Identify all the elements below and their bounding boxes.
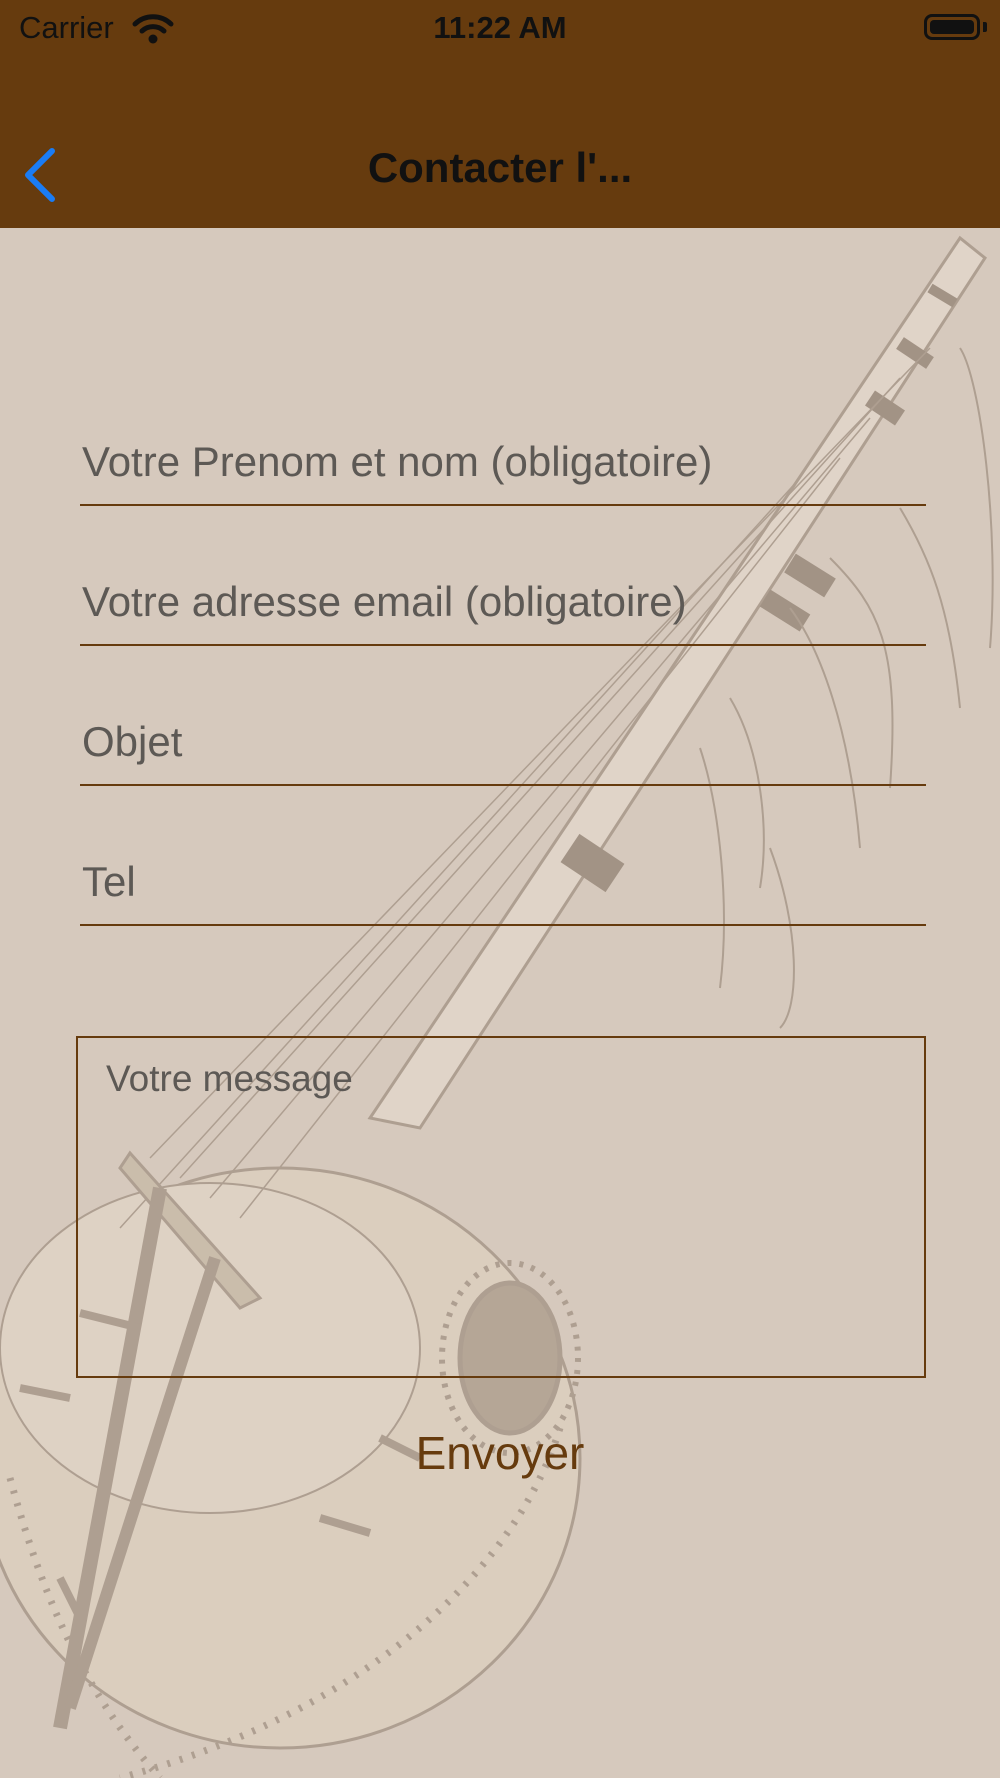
send-button[interactable]: Envoyer <box>300 1426 700 1480</box>
contact-screen: Carrier 11:22 AM Contacter l'... Envoyer <box>0 0 1000 1778</box>
battery-cap <box>983 22 987 32</box>
battery-icon <box>924 14 980 40</box>
subject-input[interactable] <box>82 718 922 766</box>
page-title: Contacter l'... <box>367 144 633 191</box>
phone-field[interactable] <box>80 856 926 926</box>
email-field[interactable] <box>80 576 926 646</box>
phone-input[interactable] <box>82 858 922 906</box>
status-bar: Carrier 11:22 AM <box>0 0 1000 60</box>
message-textarea[interactable] <box>106 1058 906 1358</box>
message-box[interactable] <box>76 1036 926 1378</box>
clock: 11:22 AM <box>433 10 567 45</box>
name-field[interactable] <box>80 436 926 506</box>
email-input[interactable] <box>82 578 922 626</box>
subject-field[interactable] <box>80 716 926 786</box>
name-input[interactable] <box>82 438 922 486</box>
